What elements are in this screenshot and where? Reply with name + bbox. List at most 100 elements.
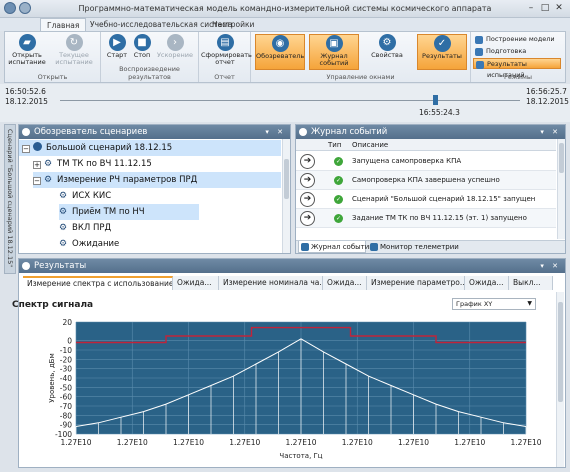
timeline-start-time: 16:50:52.6 <box>5 87 46 96</box>
observer-icon <box>22 128 30 136</box>
timeline-end-time: 16:56:25.7 <box>526 87 567 96</box>
make-report-button[interactable]: ▤ Сформировать отчет <box>201 34 252 70</box>
expand-icon[interactable]: + <box>33 161 41 169</box>
tab-nominal[interactable]: Измерение номинала ча... <box>219 276 323 290</box>
tab-off[interactable]: Выкл... <box>509 276 553 290</box>
collapse-icon[interactable]: − <box>33 177 41 185</box>
ok-icon: ✓ <box>334 214 343 223</box>
results-panel-header: Результаты ▾ ✕ <box>19 259 565 273</box>
y-tick-label: 20 <box>62 318 72 327</box>
group-windows-label: Управление окнами <box>326 73 395 81</box>
tab-settings[interactable]: Настройки <box>206 18 260 31</box>
gear-icon: ⚙ <box>378 34 396 51</box>
stop-icon: ■ <box>133 34 151 51</box>
tab-event-log[interactable]: Журнал событий <box>298 241 374 253</box>
panel-pin-close-icon[interactable]: ▾ ✕ <box>540 259 561 273</box>
mode-results-button[interactable]: Результаты испытаний <box>473 58 561 79</box>
x-tick-label: 1.27E10 <box>229 438 260 447</box>
timeline-current-time: 16:55:24.3 <box>419 108 460 117</box>
arrow-right-icon: ➔ <box>300 173 315 188</box>
tree-item-vkl-prd[interactable]: ⚙ ВКЛ ПРД <box>59 220 281 236</box>
arrow-right-icon: ➔ <box>300 211 315 226</box>
open-test-button[interactable]: ▰ Открыть испытание <box>7 34 47 70</box>
collapse-icon[interactable]: − <box>22 145 30 153</box>
eye-icon: ◉ <box>271 35 289 52</box>
current-test-button[interactable]: ↻ Текущее испытание <box>51 34 97 70</box>
tab-params[interactable]: Измерение параметро... <box>367 276 465 290</box>
maximize-button[interactable]: □ <box>539 3 551 14</box>
gear-icon: ⚙ <box>59 191 68 201</box>
gear-icon: ⚙ <box>59 239 68 249</box>
close-button[interactable]: ✕ <box>553 3 565 14</box>
events-scrollbar[interactable] <box>557 139 565 239</box>
col-desc[interactable]: Описание <box>352 139 388 151</box>
scenario-side-tab[interactable]: Сценарий "Большой сценарий 18.12.15" <box>4 124 16 274</box>
tree-item-rf-measure[interactable]: − ⚙ Измерение РЧ параметров ПРД <box>33 172 281 188</box>
event-log-button[interactable]: ▣ Журнал событий <box>309 34 359 70</box>
timeline-track[interactable] <box>60 100 520 101</box>
tree-item-wait[interactable]: ⚙ Ожидание <box>59 236 281 252</box>
y-tick-label: -20 <box>60 355 72 364</box>
minimize-button[interactable]: – <box>525 3 537 14</box>
group-report: ▤ Сформировать отчет Отчет <box>199 32 252 82</box>
results-icon <box>476 61 484 69</box>
check-icon: ✓ <box>433 35 451 52</box>
fast-forward-icon: › <box>166 34 184 51</box>
y-tick-label: -10 <box>60 346 72 355</box>
arrow-right-icon: ➔ <box>300 192 315 207</box>
x-tick-label: 1.27E10 <box>173 438 204 447</box>
ok-icon: ✓ <box>334 157 343 166</box>
timeline-thumb[interactable] <box>432 95 438 105</box>
tab-main[interactable]: Главная <box>40 18 87 31</box>
observer-button[interactable]: ◉ Обозреватель <box>255 34 305 70</box>
tree-item-tm-tk[interactable]: + ⚙ ТМ ТК по ВЧ 11.12.15 <box>33 156 281 172</box>
x-tick-label: 1.27E10 <box>117 438 148 447</box>
tree-item-root[interactable]: − Большой сценарий 18.12.15 <box>19 140 281 156</box>
x-tick-label: 1.27E10 <box>398 438 429 447</box>
group-modes-label: Режимы <box>503 73 533 81</box>
group-windows: ◉ Обозреватель ▣ Журнал событий ⚙ Свойст… <box>251 32 471 82</box>
tab-wait-1[interactable]: Ожида... <box>173 276 219 290</box>
event-row[interactable]: ➔ ✓ Задание ТМ ТК по ВЧ 11.12.15 (эт. 1)… <box>296 209 556 228</box>
results-scrollbar[interactable] <box>556 292 564 467</box>
gear-icon: ⚙ <box>59 207 68 217</box>
events-panel-header: Журнал событий ▾ ✕ <box>296 125 565 139</box>
x-axis-label: Частота, Гц <box>279 452 322 460</box>
timeline-start-date: 18.12.2015 <box>5 97 48 106</box>
tab-spectrum[interactable]: Измерение спектра с использование... <box>23 276 173 290</box>
ok-icon: ✓ <box>334 176 343 185</box>
event-row[interactable]: ➔ ✓ Запущена самопроверка КПА <box>296 152 556 171</box>
spectrum-chart[interactable]: 200-10-20-30-40-50-60-70-80-90-1001.27E1… <box>24 316 544 466</box>
x-tick-label: 1.27E10 <box>454 438 485 447</box>
chart-type-select[interactable]: График XY ▼ <box>452 298 536 310</box>
event-row[interactable]: ➔ ✓ Сценарий "Большой сценарий 18.12.15"… <box>296 190 556 209</box>
mode-build-button[interactable]: Построение модели <box>473 34 561 45</box>
tab-wait-3[interactable]: Ожида... <box>465 276 509 290</box>
play-icon: ▶ <box>108 34 126 51</box>
panel-pin-close-icon[interactable]: ▾ ✕ <box>265 125 286 139</box>
y-tick-label: -90 <box>60 421 72 430</box>
y-tick-label: -50 <box>60 383 72 392</box>
tab-wait-2[interactable]: Ожида... <box>323 276 367 290</box>
event-row[interactable]: ➔ ✓ Самопроверка КПА завершена успешно <box>296 171 556 190</box>
model-icon <box>475 36 483 44</box>
ribbon-tabs: Главная Учебно-исследовательская система… <box>0 18 570 31</box>
results-button[interactable]: ✓ Результаты <box>417 34 467 70</box>
scrollbar-thumb[interactable] <box>559 143 564 173</box>
scrollbar-thumb[interactable] <box>284 159 289 199</box>
col-type[interactable]: Тип <box>328 139 341 151</box>
mode-prepare-button[interactable]: Подготовка испытаний <box>473 46 561 66</box>
properties-button[interactable]: ⚙ Свойства <box>367 34 407 70</box>
timeline-end-date: 18.12.2015 <box>526 97 569 106</box>
tree-item-priem-tm[interactable]: ⚙ Приём ТМ по НЧ <box>59 204 199 220</box>
scenario-panel: Обозреватель сценариев ▾ ✕ − Большой сцен… <box>18 124 291 254</box>
y-tick-label: -30 <box>60 365 72 374</box>
scrollbar-thumb[interactable] <box>558 302 563 402</box>
events-header: Тип Описание <box>296 139 556 151</box>
y-tick-label: -80 <box>60 411 72 420</box>
events-panel: Журнал событий ▾ ✕ Тип Описание ➔ ✓ Запу… <box>295 124 566 254</box>
tree-item-isx-kis[interactable]: ⚙ ИСХ КИС <box>59 188 281 204</box>
panel-pin-close-icon[interactable]: ▾ ✕ <box>540 125 561 139</box>
tab-telemetry-monitor[interactable]: Монитор телеметрии <box>368 241 459 253</box>
scenario-scrollbar[interactable] <box>282 139 290 253</box>
